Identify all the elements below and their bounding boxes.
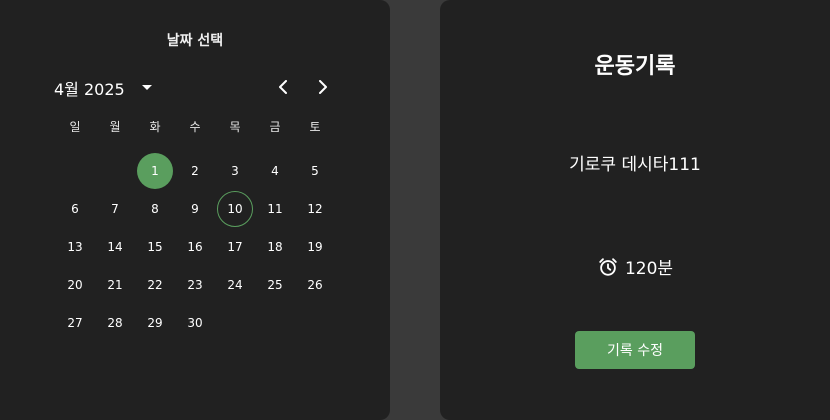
calendar-day-empty bbox=[97, 153, 133, 189]
record-name: 기로쿠 데시타111 bbox=[569, 155, 701, 175]
calendar-day-24[interactable]: 24 bbox=[217, 267, 253, 303]
calendar-day-9[interactable]: 9 bbox=[177, 191, 213, 227]
calendar-day-22[interactable]: 22 bbox=[137, 267, 173, 303]
calendar-day-1[interactable]: 1 bbox=[137, 153, 173, 189]
edit-record-button[interactable]: 기록 수정 bbox=[575, 331, 695, 369]
calendar-day-15[interactable]: 15 bbox=[137, 229, 173, 265]
calendar-day-13[interactable]: 13 bbox=[57, 229, 93, 265]
month-year-label: 4월 2025 bbox=[54, 80, 125, 99]
weekday-label: 토 bbox=[309, 120, 321, 134]
calendar-day-16[interactable]: 16 bbox=[177, 229, 213, 265]
caret-down-icon bbox=[135, 76, 159, 100]
date-picker-panel: 날짜 선택 4월 2025 일 월 화 수 목 금 토 1 2 3 4 5 6 7 8 9 10 1… bbox=[0, 0, 390, 420]
calendar-day-3[interactable]: 3 bbox=[217, 153, 253, 189]
calendar-day-19[interactable]: 19 bbox=[297, 229, 333, 265]
weekday-label: 금 bbox=[269, 120, 281, 134]
calendar-day-25[interactable]: 25 bbox=[257, 267, 293, 303]
weekday-label: 화 bbox=[149, 120, 161, 134]
calendar-day-empty bbox=[57, 153, 93, 189]
calendar-day-18[interactable]: 18 bbox=[257, 229, 293, 265]
date-picker-title: 날짜 선택 bbox=[166, 33, 224, 49]
calendar-day-5[interactable]: 5 bbox=[297, 153, 333, 189]
calendar-day-26[interactable]: 26 bbox=[297, 267, 333, 303]
weekday-header: 일 월 화 수 목 금 토 bbox=[55, 118, 335, 135]
calendar-day-8[interactable]: 8 bbox=[137, 191, 173, 227]
calendar-day-7[interactable]: 7 bbox=[97, 191, 133, 227]
calendar-day-27[interactable]: 27 bbox=[57, 305, 93, 341]
calendar-day-21[interactable]: 21 bbox=[97, 267, 133, 303]
calendar-day-23[interactable]: 23 bbox=[177, 267, 213, 303]
calendar-day-10[interactable]: 10 bbox=[217, 191, 253, 227]
chevron-left-icon bbox=[278, 79, 288, 98]
weekday-label: 일 bbox=[69, 120, 81, 134]
record-duration: 120분 bbox=[440, 254, 830, 279]
prev-month-button[interactable] bbox=[271, 76, 295, 100]
calendar-day-12[interactable]: 12 bbox=[297, 191, 333, 227]
chevron-right-icon bbox=[318, 79, 328, 98]
alarm-clock-icon bbox=[597, 256, 619, 278]
record-duration-value: 120분 bbox=[624, 259, 674, 279]
calendar-day-14[interactable]: 14 bbox=[97, 229, 133, 265]
month-year-selector[interactable]: 4월 2025 bbox=[54, 76, 159, 100]
calendar-day-2[interactable]: 2 bbox=[177, 153, 213, 189]
next-month-button[interactable] bbox=[311, 76, 335, 100]
calendar-day-20[interactable]: 20 bbox=[57, 267, 93, 303]
calendar-day-11[interactable]: 11 bbox=[257, 191, 293, 227]
calendar-day-4[interactable]: 4 bbox=[257, 153, 293, 189]
calendar-day-17[interactable]: 17 bbox=[217, 229, 253, 265]
weekday-label: 수 bbox=[189, 120, 201, 134]
calendar-day-29[interactable]: 29 bbox=[137, 305, 173, 341]
calendar-days-grid: 1 2 3 4 5 6 7 8 9 10 11 12 13 14 15 16 17 18 19 20 21 22 23 24 2… bbox=[55, 152, 335, 342]
workout-record-panel: 운동기록 기로쿠 데시타111 120분 기록 수정 bbox=[440, 0, 830, 420]
calendar-day-28[interactable]: 28 bbox=[97, 305, 133, 341]
record-title: 운동기록 bbox=[594, 54, 676, 79]
calendar-day-30[interactable]: 30 bbox=[177, 305, 213, 341]
calendar-day-6[interactable]: 6 bbox=[57, 191, 93, 227]
weekday-label: 월 bbox=[109, 120, 121, 134]
weekday-label: 목 bbox=[229, 120, 241, 134]
